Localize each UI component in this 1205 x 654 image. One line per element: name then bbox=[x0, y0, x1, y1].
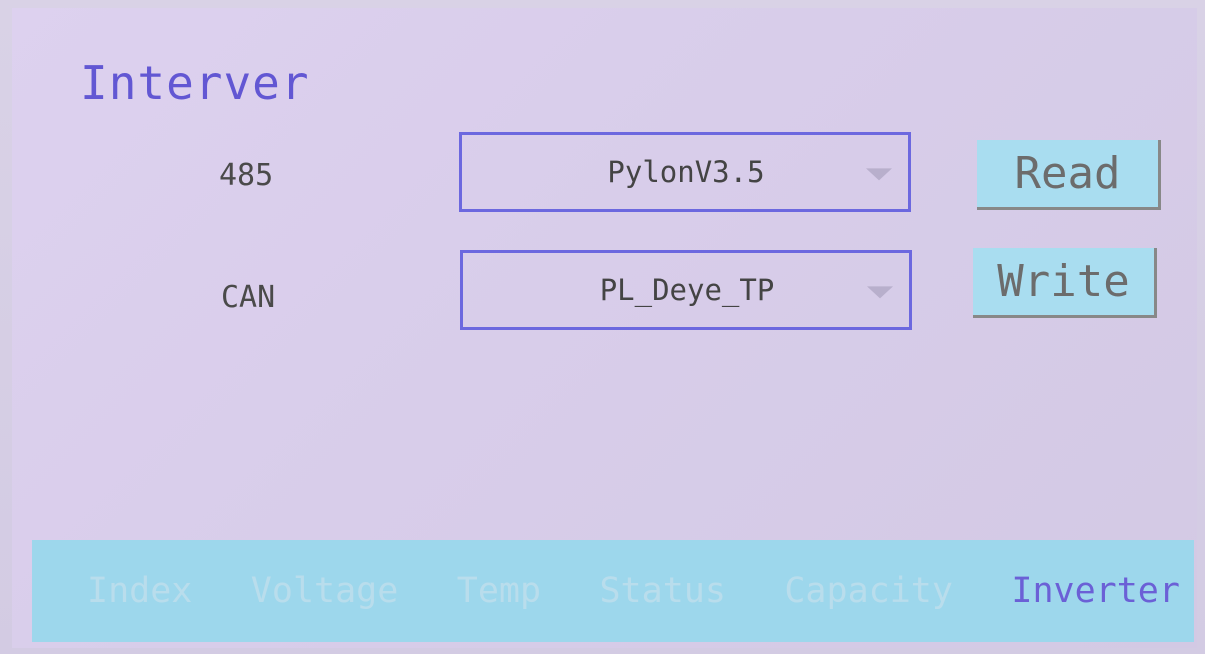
screen: Interver 485 PylonV3.5 Read CAN PL_Deye_… bbox=[12, 8, 1197, 648]
protocol-485-select[interactable]: PylonV3.5 bbox=[459, 132, 911, 212]
page-title: Interver bbox=[80, 56, 310, 110]
protocol-485-value: PylonV3.5 bbox=[607, 155, 765, 189]
chevron-down-icon[interactable] bbox=[866, 168, 892, 181]
bottom-tab-bar: Index Voltage Temp Status Capacity Inver… bbox=[32, 540, 1194, 642]
row-label-485: 485 bbox=[219, 158, 274, 193]
tab-inverter[interactable]: Inverter bbox=[1011, 571, 1180, 611]
protocol-can-select[interactable]: PL_Deye_TP bbox=[460, 250, 912, 330]
write-button[interactable]: Write bbox=[973, 248, 1157, 318]
tab-status[interactable]: Status bbox=[599, 571, 725, 611]
tab-index[interactable]: Index bbox=[87, 571, 192, 611]
tab-capacity[interactable]: Capacity bbox=[784, 571, 953, 611]
read-button[interactable]: Read bbox=[977, 140, 1161, 210]
tab-voltage[interactable]: Voltage bbox=[251, 571, 399, 611]
chevron-down-icon[interactable] bbox=[867, 286, 893, 299]
protocol-can-value: PL_Deye_TP bbox=[599, 273, 775, 307]
row-label-can: CAN bbox=[221, 280, 276, 315]
tab-temp[interactable]: Temp bbox=[457, 571, 541, 611]
